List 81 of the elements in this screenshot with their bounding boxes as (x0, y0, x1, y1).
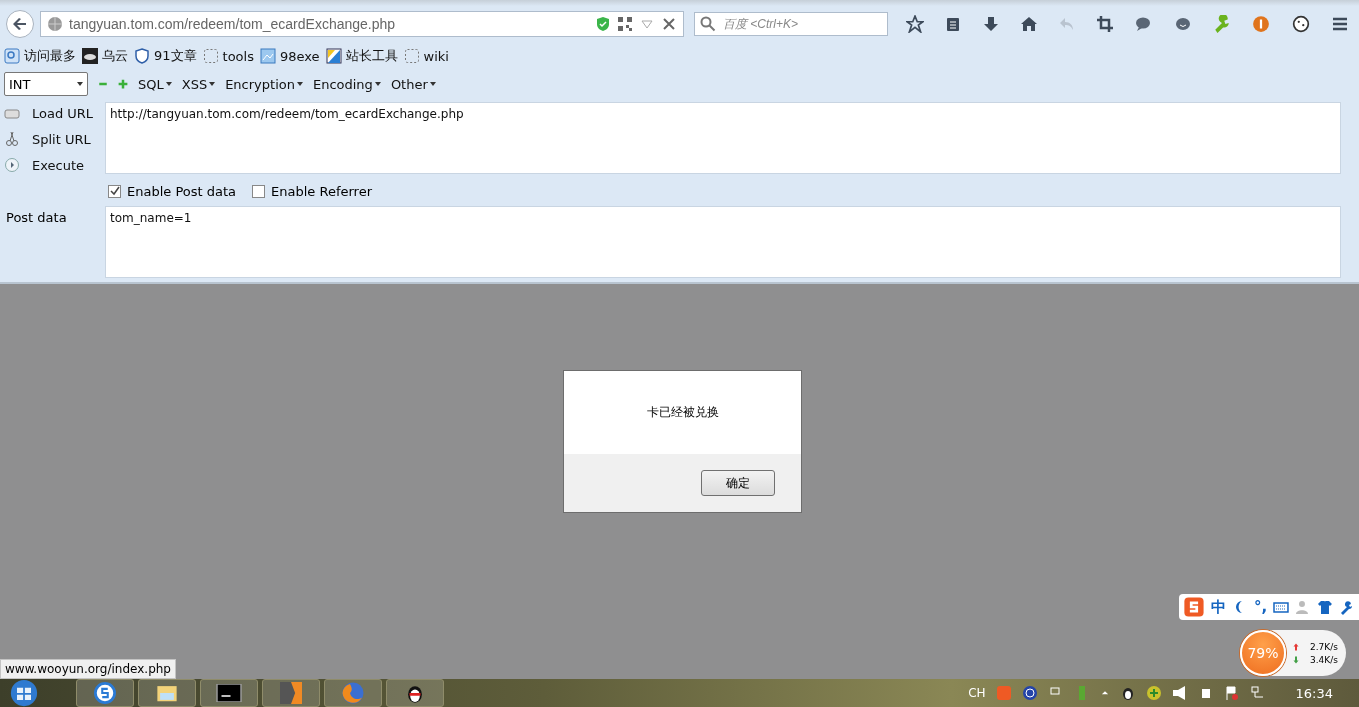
chat-bubble-icon[interactable] (1134, 16, 1153, 32)
download-icon[interactable] (982, 16, 999, 32)
up-arrow-icon (1292, 641, 1300, 652)
wrench-icon (1339, 599, 1355, 615)
menu-item[interactable]: XSS (181, 76, 216, 92)
caret-icon (296, 82, 303, 86)
menu-icon[interactable] (1330, 16, 1349, 32)
shirt-icon (1317, 599, 1334, 615)
caret-icon (429, 82, 436, 86)
upload-rate: 2.7K/s (1310, 641, 1338, 652)
menu-item[interactable]: Other (390, 76, 436, 92)
action-button[interactable]: Load URL (4, 102, 101, 124)
page-icon (403, 48, 420, 64)
shield-icon (595, 16, 611, 32)
check-icon (109, 186, 120, 196)
home-icon[interactable] (1020, 16, 1039, 32)
picture-icon (259, 48, 276, 64)
fox-globe-icon (341, 681, 365, 705)
language-indicator[interactable]: CH (968, 686, 986, 700)
search-field[interactable]: 百度 <Ctrl+K> (694, 12, 888, 36)
help-icon (1021, 685, 1038, 701)
ime-mode[interactable]: 中 (1210, 597, 1226, 617)
back-arrow-icon (12, 16, 28, 32)
url-text: tangyuan.tom.com/redeem/tom_ecardExchange.php (69, 16, 397, 32)
back-button[interactable] (6, 10, 34, 38)
download-rate: 3.4K/s (1310, 654, 1338, 665)
close-icon[interactable] (661, 16, 677, 32)
taskbar-app[interactable] (76, 679, 134, 707)
smiley-icon[interactable] (1173, 16, 1192, 32)
action-button[interactable]: Split URL (4, 128, 101, 150)
caret-icon (209, 82, 216, 86)
caret-icon (374, 82, 381, 86)
option-checkbox[interactable]: Enable Referrer (252, 183, 372, 199)
cookie-icon[interactable] (1291, 15, 1310, 33)
taskbar-app[interactable] (200, 679, 258, 707)
address-bar[interactable]: tangyuan.tom.com/redeem/tom_ecardExchange.php (40, 11, 684, 37)
flag-icon (325, 48, 342, 64)
bookmark-link[interactable]: tools (202, 48, 254, 64)
crop-icon[interactable] (1096, 16, 1113, 32)
page-icon (202, 48, 219, 64)
clock: 16:34 (1295, 685, 1333, 701)
dialog-message: 卡已经被兑换 (646, 404, 719, 421)
search-icon (700, 16, 716, 32)
taskbar-app[interactable] (386, 679, 444, 707)
ime-punctuation[interactable]: °, (1253, 598, 1268, 616)
scissors-icon (4, 131, 20, 147)
bookmark-link[interactable]: 站长工具 (325, 47, 398, 65)
flag-icon (1223, 685, 1240, 701)
keyboard-icon (1273, 599, 1290, 615)
bookmark-link[interactable]: 乌云 (82, 47, 128, 65)
lightning-logo-icon (280, 681, 302, 705)
caret-icon (77, 82, 83, 86)
menu-item[interactable]: Encoding (312, 76, 381, 92)
bookmark-link[interactable]: wiki (403, 48, 449, 64)
browser-logo-icon (94, 682, 116, 704)
star-icon[interactable] (906, 15, 924, 33)
cloud-icon (82, 48, 98, 64)
globe-icon (47, 16, 63, 32)
speaker-icon (1171, 685, 1188, 701)
badge-icon[interactable] (1252, 15, 1271, 33)
type-select[interactable]: INT (4, 72, 88, 96)
bookmark-link[interactable]: 访问最多 (4, 47, 76, 65)
menu-item[interactable]: SQL (138, 76, 172, 92)
shield-icon (134, 48, 150, 64)
network-icon (1249, 685, 1266, 701)
clipboard-icon[interactable] (945, 16, 962, 32)
post-data-field[interactable]: tom_name=1 (105, 206, 1341, 278)
option-checkbox[interactable]: Enable Post data (108, 183, 237, 199)
action-button[interactable]: Execute (4, 154, 101, 176)
down-arrow-icon (1292, 654, 1300, 665)
ok-button[interactable]: 确定 (701, 470, 775, 496)
menu-item[interactable]: Encryption (225, 76, 303, 92)
url-field[interactable]: http://tangyuan.tom.com/redeem/tom_ecardExchange.php (105, 102, 1341, 174)
bookmark-link[interactable]: 98exe (259, 48, 320, 64)
post-data-label: Post data (5, 209, 68, 227)
caret-icon (165, 82, 172, 86)
play-icon (4, 157, 20, 173)
qr-code-icon (617, 16, 633, 32)
bookmark-link[interactable]: 91文章 (134, 47, 197, 65)
plus-circle-icon (1145, 685, 1162, 701)
terminal-icon (216, 684, 242, 702)
